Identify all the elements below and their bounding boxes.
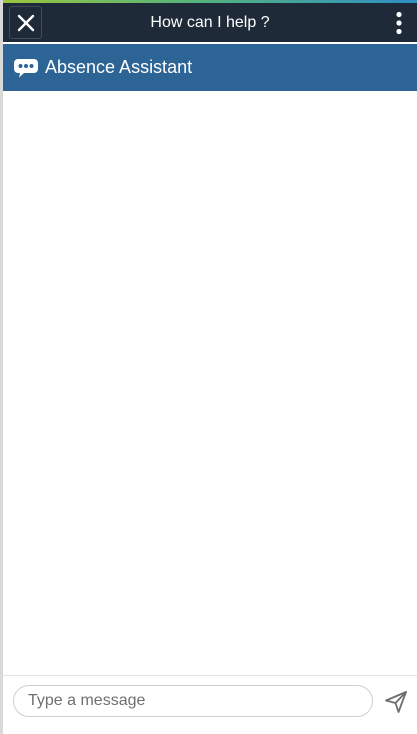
message-composer	[3, 675, 417, 734]
chat-bubble-icon	[13, 57, 39, 79]
assistant-title: Absence Assistant	[45, 57, 193, 77]
top-bar: How can I help ?	[3, 3, 417, 42]
message-area[interactable]	[3, 91, 417, 675]
page-title: How can I help ?	[150, 14, 270, 31]
chat-window: How can I help ? Absence Assistant	[0, 0, 417, 734]
close-icon	[17, 14, 34, 31]
send-button[interactable]	[381, 687, 411, 717]
message-input[interactable]	[13, 685, 373, 717]
close-button[interactable]	[9, 6, 42, 39]
assistant-header: Absence Assistant	[3, 44, 417, 91]
more-options-button[interactable]	[387, 7, 411, 38]
more-vertical-icon	[396, 11, 402, 34]
send-icon	[385, 691, 407, 713]
